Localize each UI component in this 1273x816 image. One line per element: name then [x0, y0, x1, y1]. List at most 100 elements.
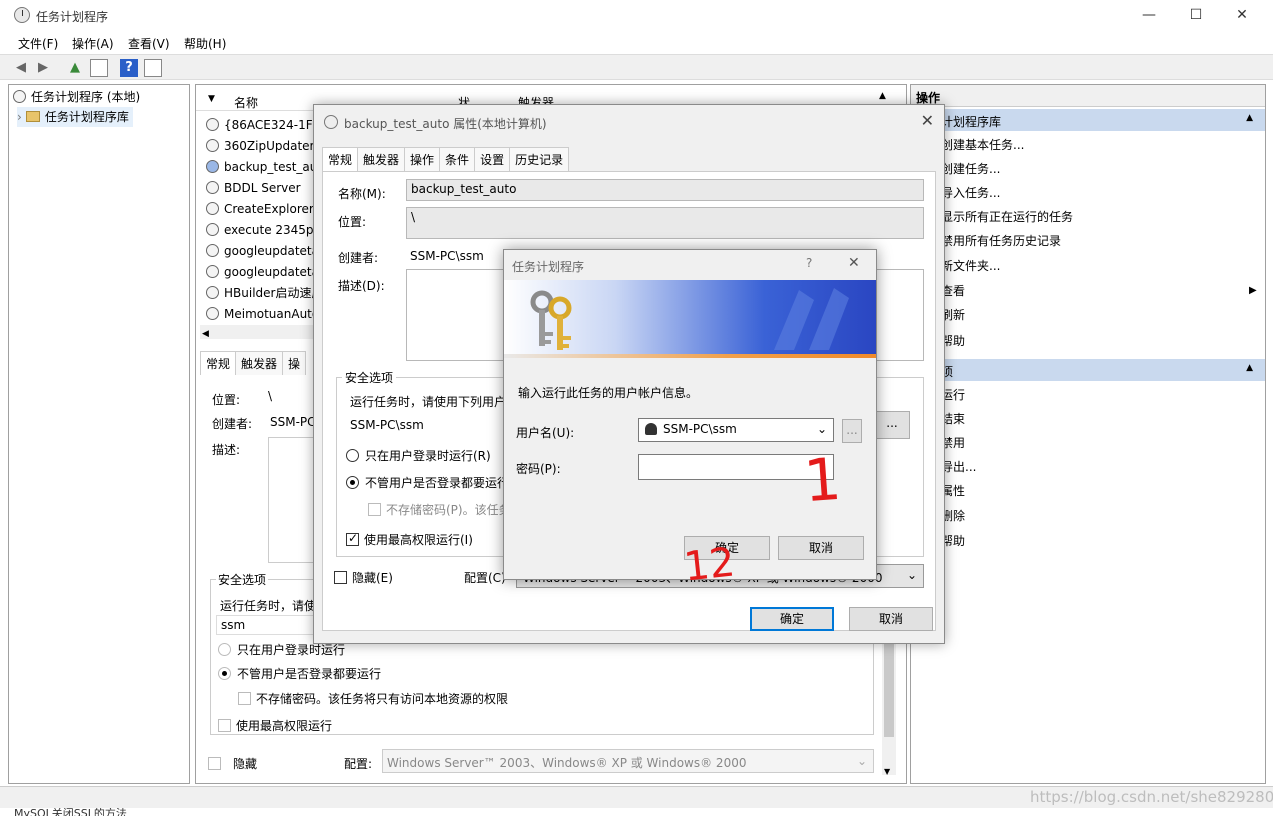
- chevron-down-icon: ⌄: [816, 422, 827, 436]
- clock-icon: [13, 90, 26, 103]
- watermark-text: https://blog.csdn.net/she8292802: [1030, 788, 1273, 806]
- browse-user-button[interactable]: ...: [842, 419, 862, 443]
- credentials-prompt: 输入运行此任务的用户帐户信息。: [518, 386, 699, 400]
- tab-triggers[interactable]: 触发器: [357, 147, 406, 171]
- radio-whether-logged-on[interactable]: 不管用户是否登录都要运行: [346, 474, 509, 491]
- radio-only-logged-on[interactable]: 只在用户登录时运行(R): [346, 447, 491, 464]
- show-hide-tree-icon[interactable]: [90, 59, 108, 77]
- name-label: 名称(M):: [338, 187, 386, 201]
- folder-icon: [25, 111, 40, 122]
- collapse-icon: ▲: [1246, 113, 1253, 123]
- list-item[interactable]: BDDL Server: [206, 178, 316, 199]
- navigation-tree: 任务计划程序 (本地) › 任务计划程序库: [8, 84, 190, 784]
- detail-config-select: Windows Server™ 2003、Windows® XP 或 Windo…: [382, 749, 874, 773]
- list-item[interactable]: execute 2345pin: [206, 220, 316, 241]
- detail-tab-triggers[interactable]: 触发器: [235, 351, 284, 375]
- menu-view[interactable]: 查看(V): [128, 35, 170, 52]
- expand-chevron-icon[interactable]: ›: [17, 110, 22, 124]
- up-folder-icon[interactable]: ▲: [66, 59, 84, 77]
- properties-ok-button[interactable]: 确定: [750, 607, 834, 631]
- change-user-button[interactable]: ...: [874, 411, 910, 439]
- list-item[interactable]: googleupdateta: [206, 241, 316, 262]
- detail-location-value: \: [268, 389, 273, 403]
- list-item[interactable]: HBuilder启动速度: [206, 283, 316, 304]
- tab-general[interactable]: 常规: [322, 147, 359, 174]
- properties-close-button[interactable]: ✕: [921, 111, 934, 130]
- list-item[interactable]: {86ACE324-1F30: [206, 115, 316, 136]
- detail-author-label: 创建者:: [212, 417, 253, 431]
- scroll-down-icon: ▼: [884, 767, 891, 776]
- credentials-help-button[interactable]: ?: [806, 256, 812, 270]
- list-item[interactable]: googleupdateta: [206, 262, 316, 283]
- annotation-two: 12: [681, 539, 738, 591]
- action-new-folder[interactable]: 新文件夹...: [941, 254, 1000, 278]
- actions-pane: 操作 计划程序库 ▲ 创建基本任务... 创建任务... 导入任务... 显示所…: [910, 84, 1266, 784]
- menu-file[interactable]: 文件(F): [18, 35, 58, 52]
- location-label: 位置:: [338, 215, 367, 229]
- detail-tabs: 常规 触发器操: [200, 351, 307, 375]
- chk-run-highest[interactable]: 使用最高权限运行(I): [346, 531, 473, 548]
- horizontal-scrollbar[interactable]: ◀: [200, 325, 320, 339]
- list-item[interactable]: MeimotuanAuto: [206, 304, 316, 325]
- username-label: 用户名(U):: [516, 426, 575, 440]
- properties-cancel-button[interactable]: 取消: [849, 607, 933, 631]
- list-item[interactable]: backup_test_auto: [206, 157, 316, 178]
- tab-history[interactable]: 历史记录: [509, 147, 570, 171]
- action-create-basic-task[interactable]: 创建基本任务...: [941, 133, 1024, 157]
- tree-library[interactable]: › 任务计划程序库: [17, 107, 133, 127]
- submenu-arrow-icon: ▶: [1249, 285, 1257, 296]
- forward-arrow-icon[interactable]: ▶: [34, 59, 52, 77]
- action-show-running[interactable]: 显示所有正在运行的任务: [941, 205, 1073, 229]
- list-item[interactable]: 360ZipUpdater: [206, 136, 316, 157]
- minimize-button[interactable]: —: [1135, 4, 1163, 26]
- action-disable-history[interactable]: 禁用所有任务历史记录: [941, 229, 1061, 253]
- banner-decoration-icon: [774, 288, 849, 350]
- detail-tab-general[interactable]: 常规: [200, 351, 237, 375]
- action-import-task[interactable]: 导入任务...: [941, 181, 1000, 205]
- tab-conditions[interactable]: 条件: [439, 147, 476, 171]
- tree-root[interactable]: 任务计划程序 (本地): [13, 87, 140, 107]
- collapse-icon: ▲: [1246, 363, 1253, 373]
- tab-actions[interactable]: 操作: [404, 147, 441, 171]
- tab-settings[interactable]: 设置: [474, 147, 511, 171]
- task-scheduler-clock-icon: [14, 7, 30, 23]
- annotation-one: 1: [801, 444, 844, 516]
- detail-author-value: SSM-PC: [270, 415, 316, 429]
- chevron-down-icon: ⌄: [906, 568, 917, 582]
- scroll-up-icon[interactable]: ▲: [879, 91, 886, 101]
- actions-section-library[interactable]: 计划程序库 ▲: [911, 109, 1265, 131]
- credentials-cancel-button[interactable]: 取消: [778, 536, 864, 560]
- actions-header: 操作: [911, 85, 1265, 107]
- detail-user-field: ssm: [216, 615, 316, 635]
- list-item[interactable]: CreateExplorerS: [206, 199, 316, 220]
- credentials-dialog-title: 任务计划程序: [512, 260, 585, 274]
- detail-radio-whether-logged: 不管用户是否登录都要运行: [218, 665, 381, 682]
- action-create-task[interactable]: 创建任务...: [941, 157, 1000, 181]
- detail-config-label: 配置:: [344, 757, 373, 771]
- location-field[interactable]: \: [406, 207, 924, 239]
- keys-icon: [530, 290, 572, 350]
- menu-action[interactable]: 操作(A): [72, 35, 114, 52]
- description-label: 描述(D):: [338, 279, 385, 293]
- name-field[interactable]: backup_test_auto: [406, 179, 924, 201]
- maximize-button[interactable]: ☐: [1182, 4, 1210, 26]
- action-export[interactable]: 导出...: [941, 455, 976, 479]
- user-icon: [645, 423, 657, 435]
- actions-section-item[interactable]: 项 ▲: [911, 359, 1265, 381]
- help-icon[interactable]: ?: [120, 59, 138, 77]
- action-pane-icon[interactable]: [144, 59, 162, 77]
- chk-do-not-store-password[interactable]: 不存储密码(P)。该任务: [368, 501, 511, 518]
- properties-tabs: 常规 触发器 操作 条件 设置 历史记录: [322, 147, 570, 174]
- scroll-left-icon[interactable]: ◀: [202, 329, 209, 339]
- close-button[interactable]: ✕: [1228, 4, 1256, 26]
- column-name[interactable]: 名称: [234, 94, 258, 111]
- credentials-close-button[interactable]: ✕: [848, 255, 860, 271]
- chk-hidden[interactable]: 隐藏(E): [334, 569, 393, 586]
- back-arrow-icon[interactable]: ◀: [12, 59, 30, 77]
- username-combo[interactable]: SSM-PC\ssm ⌄: [638, 418, 834, 442]
- detail-tab-actions[interactable]: 操: [282, 351, 307, 375]
- menu-help[interactable]: 帮助(H): [184, 35, 226, 52]
- password-label: 密码(P):: [516, 462, 561, 476]
- banner-stripe: [504, 354, 876, 358]
- chevron-down-icon: ⌄: [856, 754, 867, 768]
